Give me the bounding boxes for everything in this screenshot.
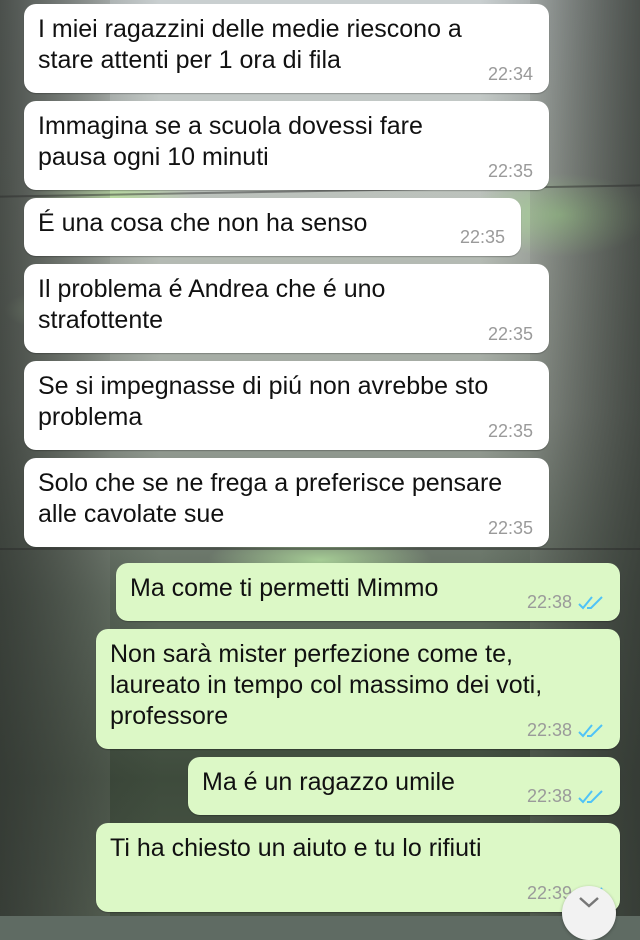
message-bubble-incoming[interactable]: Immagina se a scuola dovessi fare pausa … [24,101,549,190]
message-meta: 22:38 [527,786,604,807]
message-text: I miei ragazzini delle medie riescono a … [38,15,462,74]
message-meta: 22:38 [527,592,604,613]
message-bubble-incoming[interactable]: Solo che se ne frega a preferisce pensar… [24,458,549,547]
message-text: É una cosa che non ha senso [38,209,368,237]
message-meta: 22:34 [488,64,533,85]
message-bubble-incoming[interactable]: É una cosa che non ha senso 22:35 [24,198,521,256]
message-time: 22:35 [487,161,533,181]
message-text: Se si impegnasse di piú non avrebbe sto … [38,372,489,431]
message-bubble-outgoing[interactable]: Ma é un ragazzo umile 22:38 [188,757,620,815]
message-time: 22:35 [487,518,533,538]
message-text: Solo che se ne frega a preferisce pensar… [38,469,503,528]
wallpaper-wire [0,548,640,550]
message-bubble-outgoing[interactable]: Non sarà mister perfezione come te, laur… [96,629,620,749]
message-time: 22:34 [487,64,533,84]
message-time: 22:35 [487,421,533,441]
message-bubble-incoming[interactable]: I miei ragazzini delle medie riescono a … [24,4,549,93]
message-bubble-outgoing[interactable]: Ma come ti permetti Mimmo 22:38 [116,563,620,621]
message-text: Immagina se a scuola dovessi fare pausa … [38,112,423,171]
message-text: Il problema é Andrea che é uno strafotte… [38,275,386,334]
message-meta: 22:35 [488,324,533,345]
scroll-to-bottom-button[interactable] [562,886,616,940]
message-bubble-incoming[interactable]: Il problema é Andrea che é uno strafotte… [24,264,549,353]
message-meta: 22:35 [460,227,505,248]
message-bubble-outgoing[interactable]: Ti ha chiesto un aiuto e tu lo rifiuti 2… [96,823,620,912]
message-time: 22:35 [487,324,533,344]
message-time: 22:38 [526,592,572,612]
message-time: 22:35 [459,227,505,247]
message-time: 22:38 [526,786,572,806]
double-check-icon [578,723,603,737]
double-check-icon [578,789,603,803]
message-text: Ti ha chiesto un aiuto e tu lo rifiuti [110,834,482,862]
double-check-icon [578,595,603,609]
chevron-down-icon [579,897,599,908]
message-meta: 22:35 [488,518,533,539]
message-text: Non sarà mister perfezione come te, laur… [110,640,543,730]
message-meta: 22:35 [488,161,533,182]
message-bubble-incoming[interactable]: Se si impegnasse di piú non avrebbe sto … [24,361,549,450]
message-meta: 22:35 [488,421,533,442]
message-time: 22:38 [526,720,572,740]
message-meta: 22:38 [527,720,604,741]
